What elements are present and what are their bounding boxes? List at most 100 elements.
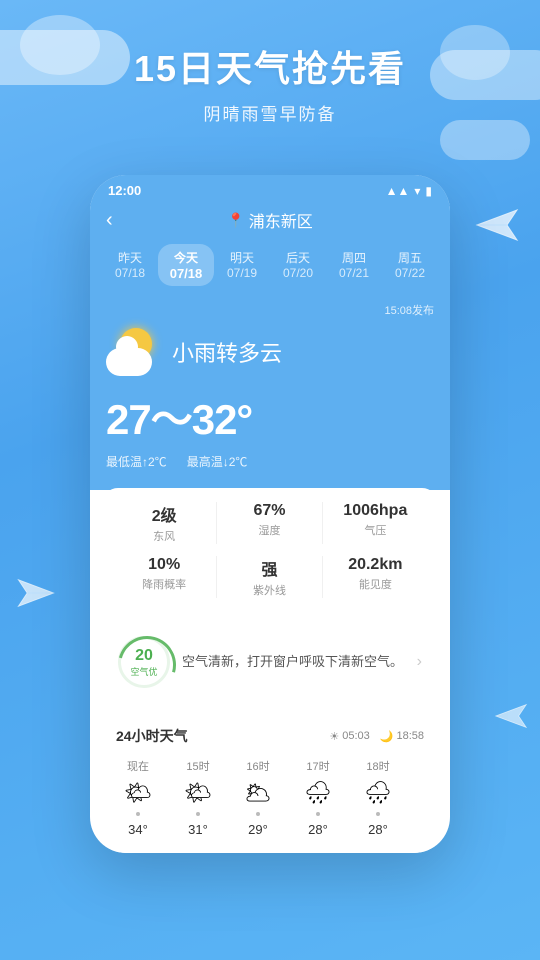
tab-yesterday-name: 昨天	[105, 249, 155, 266]
air-description: 空气清新，打开窗户呼吸下清新空气。	[182, 652, 405, 672]
sunrise-item: ☀ 05:03	[329, 730, 369, 743]
tab-yesterday[interactable]: 昨天 07/18	[102, 244, 158, 286]
stat-uv-label: 紫外线	[217, 582, 321, 598]
stat-pressure-value: 1006hpa	[323, 502, 428, 520]
stat-pressure-label: 气压	[323, 522, 428, 538]
cloud-icon	[106, 348, 152, 376]
stat-humidity-label: 湿度	[217, 522, 321, 538]
paper-plane-left-bottom	[14, 571, 58, 620]
status-time: 12:00	[108, 183, 141, 198]
section-header: 24小时天气 ☀ 05:03 🌙 18:58	[116, 726, 424, 746]
location-name: 浦东新区	[249, 208, 313, 232]
stat-wind-value: 2级	[112, 502, 216, 526]
aqi-level: 空气优	[130, 665, 157, 678]
hour-label-15: 15时	[186, 758, 209, 774]
weather-condition-row: 小雨转多云	[106, 324, 434, 380]
temp-range: 27～32°	[106, 386, 434, 447]
hourly-title: 24小时天气	[116, 726, 188, 746]
tab-friday[interactable]: 周五 07/22	[382, 244, 438, 286]
air-quality-card[interactable]: 20 空气优 空气清新，打开窗户呼吸下清新空气。 ›	[102, 622, 438, 702]
hour-icon-16: 🌥	[244, 780, 272, 806]
tab-today[interactable]: 今天 07/18	[158, 244, 214, 286]
wifi-icon: ▾	[414, 184, 420, 198]
stat-visibility-label: 能见度	[323, 576, 428, 592]
stat-pressure: 1006hpa 气压	[323, 502, 428, 544]
sunrise-icon: ☀	[329, 730, 339, 743]
status-icons: ▲▲ ▾ ▮	[386, 184, 432, 198]
stat-uv: 强 紫外线	[217, 556, 322, 598]
status-bar: 12:00 ▲▲ ▾ ▮	[90, 175, 450, 204]
stat-humidity: 67% 湿度	[217, 502, 322, 544]
hour-label-now: 现在	[127, 758, 149, 774]
hour-item-17: 17时 🌧 28°	[296, 758, 340, 837]
hour-dot-17	[316, 812, 320, 816]
stat-rain: 10% 降雨概率	[112, 556, 217, 598]
paper-plane-right-bottom	[492, 697, 530, 740]
stat-visibility-value: 20.2km	[323, 556, 428, 574]
hour-icon-18: 🌧	[364, 780, 392, 806]
hour-icon-15: 🌤	[184, 780, 212, 806]
hour-label-18: 18时	[366, 758, 389, 774]
sunrise-time: 05:03	[342, 730, 370, 742]
phone-header: ‹ 📍 浦东新区	[90, 204, 450, 244]
stats-card: 2级 东风 67% 湿度 1006hpa 气压 10% 降雨概率 强 紫外线 2…	[102, 488, 438, 612]
hour-dot-15	[196, 812, 200, 816]
stat-rain-label: 降雨概率	[112, 576, 216, 592]
aqi-circle: 20 空气优	[118, 636, 170, 688]
hour-item-15: 15时 🌤 31°	[176, 758, 220, 837]
tab-thursday[interactable]: 周四 07/21	[326, 244, 382, 286]
sunset-time: 18:58	[396, 730, 424, 742]
publish-time: 15:08发布	[106, 302, 434, 318]
air-arrow-icon: ›	[417, 653, 422, 671]
tab-friday-date: 07/22	[385, 266, 435, 280]
header-title: 15日天气抢先看	[0, 40, 540, 92]
stat-humidity-value: 67%	[217, 502, 321, 520]
stat-wind: 2级 东风	[112, 502, 217, 544]
hourly-scroll: 现在 🌤 34° 15时 🌤 31° 16时 🌥 29° 17时 🌧	[116, 758, 424, 837]
hour-temp-17: 28°	[308, 822, 328, 837]
sunrise-sunset: ☀ 05:03 🌙 18:58	[329, 730, 424, 743]
battery-icon: ▮	[425, 184, 432, 198]
hour-item-18: 18时 🌧 28°	[356, 758, 400, 837]
hour-icon-17: 🌧	[304, 780, 332, 806]
location-label: 📍 浦东新区	[227, 208, 312, 232]
tab-today-name: 今天	[161, 249, 211, 266]
temp-min-label: 最低温↑2℃	[106, 453, 167, 470]
signal-icon: ▲▲	[386, 184, 410, 198]
back-button[interactable]: ‹	[106, 209, 113, 232]
phone-mockup: 12:00 ▲▲ ▾ ▮ ‹ 📍 浦东新区 昨天 07/18 今天 07/18 …	[90, 175, 450, 853]
hour-item-19: 19时 🌥 27°	[416, 758, 424, 837]
hour-label-17: 17时	[306, 758, 329, 774]
tab-yesterday-date: 07/18	[105, 266, 155, 280]
tab-tomorrow-date: 07/19	[217, 266, 267, 280]
hour-temp-15: 31°	[188, 822, 208, 837]
hour-dot-16	[256, 812, 260, 816]
hour-dot	[136, 812, 140, 816]
paper-plane-right	[472, 200, 522, 255]
aqi-ring: 20 空气优	[118, 636, 170, 688]
sunset-item: 🌙 18:58	[380, 730, 424, 743]
tab-thursday-date: 07/21	[329, 266, 379, 280]
stat-rain-value: 10%	[112, 556, 216, 574]
hour-dot-18	[376, 812, 380, 816]
stat-uv-value: 强	[217, 556, 321, 580]
tab-day-after[interactable]: 后天 07/20	[270, 244, 326, 286]
stat-wind-label: 东风	[112, 528, 216, 544]
header-subtitle: 阴晴雨雪早防备	[0, 100, 540, 125]
header-section: 15日天气抢先看 阴晴雨雪早防备	[0, 0, 540, 125]
hourly-section: 24小时天气 ☀ 05:03 🌙 18:58 现在 🌤 34° 15时	[102, 712, 438, 853]
temp-minmax: 最低温↑2℃ 最高温↓2℃	[106, 453, 434, 470]
hour-temp-18: 28°	[368, 822, 388, 837]
hour-item-now: 现在 🌤 34°	[116, 758, 160, 837]
tab-day-after-date: 07/20	[273, 266, 323, 280]
stat-visibility: 20.2km 能见度	[323, 556, 428, 598]
weather-icon	[106, 324, 162, 380]
tab-today-date: 07/18	[161, 266, 211, 281]
tab-thursday-name: 周四	[329, 249, 379, 266]
temp-max-label: 最高温↓2℃	[187, 453, 248, 470]
tab-tomorrow[interactable]: 明天 07/19	[214, 244, 270, 286]
hour-icon-now: 🌤	[124, 780, 152, 806]
tab-day-after-name: 后天	[273, 249, 323, 266]
tab-tomorrow-name: 明天	[217, 249, 267, 266]
hour-label-16: 16时	[246, 758, 269, 774]
